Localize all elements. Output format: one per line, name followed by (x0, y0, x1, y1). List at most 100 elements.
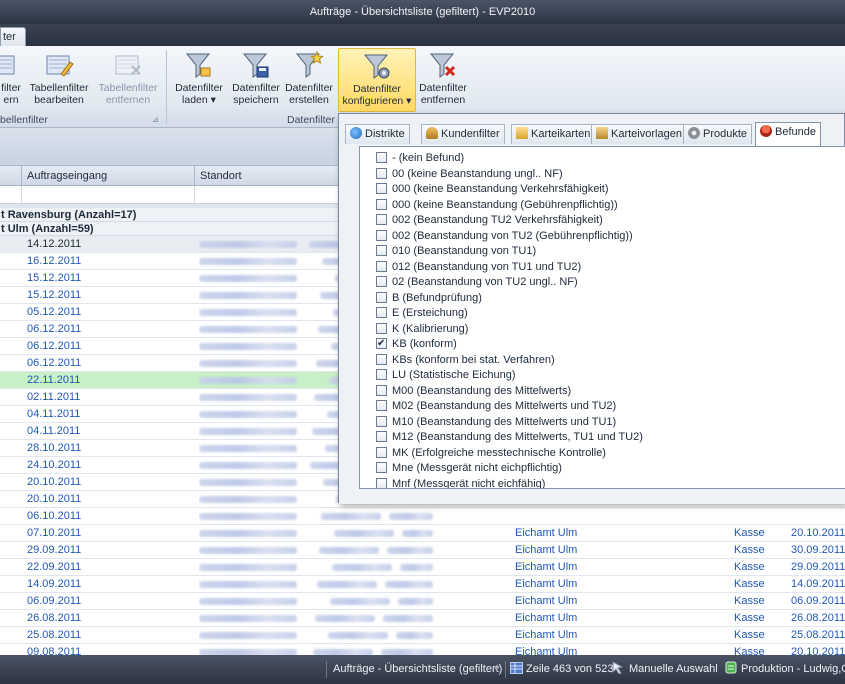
befund-checkbox-item[interactable]: - (kein Befund) (376, 150, 464, 166)
cell-auftragseingang: 06.10.2011 (27, 510, 82, 522)
datenfilter-erstellen-label1: Datenfilter (285, 82, 333, 94)
tabellenfilter-bearbeiten-button[interactable]: Tabellenfilter bearbeiten (25, 50, 93, 112)
befund-checkbox-item[interactable]: Mne (Messgerät nicht eichpflichtig) (376, 460, 562, 476)
checkbox[interactable] (376, 260, 387, 272)
checkbox[interactable] (376, 291, 387, 303)
befund-checkbox-item[interactable]: LU (Statistische Eichung) (376, 367, 516, 383)
befund-checkbox-item[interactable]: 000 (keine Beanstandung (Gebührenpflicht… (376, 197, 618, 213)
popup-tab-karteikarten[interactable]: Karteikarten (511, 124, 596, 144)
befund-label: 002 (Beanstandung TU2 Verkehrsfähigkeit) (392, 214, 603, 226)
tabellenfilter-partial-button[interactable]: filter ern (0, 50, 22, 112)
tabellenfilter-partial-label1: filter (1, 82, 21, 94)
group-launcher-icon[interactable]: ⊿ (152, 113, 159, 127)
checkbox[interactable] (376, 462, 387, 473)
table-row[interactable]: 26.08.2011 Eichamt Ulm Kasse 26.08.2011 (0, 610, 845, 627)
befund-checkbox-item[interactable]: MK (Erfolgreiche messtechnische Kontroll… (376, 445, 606, 461)
checkbox[interactable] (376, 477, 387, 488)
popup-footer (339, 489, 845, 504)
befund-label: 000 (keine Beanstandung (Gebührenpflicht… (392, 198, 618, 211)
redacted-text (199, 479, 297, 486)
befund-checkbox-item[interactable]: 02 (Beanstandung von TU2 ungl.. NF) (376, 274, 578, 290)
befund-checkbox-item[interactable]: 010 (Beanstandung von TU1) (376, 243, 536, 259)
status-view-dropdown-icon[interactable]: ▾ (494, 655, 500, 684)
befund-checkbox-item[interactable]: Mnf (Messgerät nicht eichfähig) (376, 476, 545, 488)
checkbox[interactable] (376, 384, 387, 396)
checkbox[interactable] (376, 307, 387, 318)
befund-checkbox-item[interactable]: E (Ersteichung) (376, 305, 468, 321)
tabellenfilter-entfernen-button[interactable]: Tabellenfilter entfernen (94, 50, 162, 112)
popup-tab-befunde[interactable]: Befunde (755, 122, 821, 146)
datenfilter-erstellen-button[interactable]: Datenfilter erstellen (284, 50, 334, 112)
status-user[interactable]: Produktion - Ludwig,Gü (725, 655, 845, 684)
befund-checkbox-item[interactable]: 002 (Beanstandung von TU2 (Gebührenpflic… (376, 228, 633, 244)
checkbox[interactable] (376, 446, 387, 458)
popup-tab-kundenfilter[interactable]: Kundenfilter (421, 124, 505, 144)
table-row[interactable]: 06.10.2011 (0, 508, 845, 525)
table-row[interactable]: 25.08.2011 Eichamt Ulm Kasse 25.08.2011 (0, 627, 845, 644)
checkbox[interactable] (376, 167, 387, 179)
checkbox[interactable] (376, 431, 387, 442)
table-row[interactable]: 29.09.2011 Eichamt Ulm Kasse 30.09.2011 (0, 542, 845, 559)
befund-checkbox-item[interactable]: K (Kalibrierung) (376, 321, 468, 337)
checkbox[interactable] (376, 245, 387, 256)
befund-label: 000 (keine Beanstandung Verkehrsfähigkei… (392, 183, 609, 195)
cell-standort-redacted (199, 508, 509, 525)
status-selection-mode[interactable]: Manuelle Auswahl (611, 655, 718, 684)
checkbox[interactable] (376, 229, 387, 241)
popup-tab-befunde-label: Befunde (775, 126, 816, 138)
befund-checkbox-item[interactable]: 000 (keine Beanstandung Verkehrsfähigkei… (376, 181, 608, 197)
filter-cell-auftragseingang[interactable] (22, 186, 195, 204)
table-row[interactable]: 07.10.2011 Eichamt Ulm Kasse 20.10.2011 (0, 525, 845, 542)
checkbox[interactable] (376, 369, 387, 380)
befund-checkbox-item[interactable]: M02 (Beanstandung des Mittelwerts und TU… (376, 398, 616, 414)
table-row[interactable]: 06.09.2011 Eichamt Ulm Kasse 06.09.2011 (0, 593, 845, 610)
checkbox[interactable] (376, 322, 387, 334)
cell-auftragseingang: 06.12.2011 (27, 357, 82, 369)
checkbox[interactable] (376, 152, 387, 163)
datenfilter-entfernen-button[interactable]: Datenfilter entfernen (418, 50, 468, 112)
column-header-blank[interactable] (0, 166, 22, 186)
befund-checkbox-item[interactable]: M12 (Beanstandung des Mittelwerts, TU1 u… (376, 429, 643, 445)
datenfilter-speichern-button[interactable]: Datenfilter speichern (228, 50, 284, 112)
cell-datum: 14.09.2011 (791, 578, 845, 590)
table-row[interactable]: 22.09.2011 Eichamt Ulm Kasse 29.09.2011 (0, 559, 845, 576)
cell-kind: Kasse (734, 544, 765, 556)
checkbox[interactable] (376, 400, 387, 411)
datenfilter-laden-button[interactable]: Datenfilter laden ▾ (170, 50, 228, 112)
checkbox[interactable] (376, 183, 387, 194)
checkbox[interactable] (376, 276, 387, 287)
befund-checkbox-item[interactable]: M00 (Beanstandung des Mittelwerts) (376, 383, 571, 399)
befund-checkbox-item[interactable]: KBs (konform bei stat. Verfahren) (376, 352, 555, 368)
redacted-text (334, 530, 394, 537)
befund-checkbox-item[interactable]: B (Befundprüfung) (376, 290, 482, 306)
befund-checkbox-item[interactable]: 012 (Beanstandung von TU1 und TU2) (376, 259, 581, 275)
checkbox[interactable] (376, 415, 387, 427)
filter-cell[interactable] (0, 186, 22, 204)
datenfilter-speichern-label1: Datenfilter (232, 82, 280, 94)
gear-icon (688, 127, 700, 139)
redacted-text (199, 564, 297, 571)
redacted-text (199, 547, 297, 554)
globe-icon (350, 127, 362, 139)
popup-tab-produkte[interactable]: Produkte (683, 124, 753, 144)
befund-checkbox-item[interactable]: 00 (keine Beanstandung ungl.. NF) (376, 166, 563, 182)
table-icon (510, 662, 523, 674)
datenfilter-laden-label1: Datenfilter (175, 82, 223, 94)
befund-checkbox-item[interactable]: 002 (Beanstandung TU2 Verkehrsfähigkeit) (376, 212, 603, 228)
popup-tab-karteivorlagen[interactable]: Karteivorlagen (591, 124, 687, 144)
redacted-text (199, 241, 297, 248)
befund-checkbox-item[interactable]: KB (konform) (376, 336, 457, 352)
befund-checkbox-item[interactable]: M10 (Beanstandung des Mittelwerts und TU… (376, 414, 616, 430)
datenfilter-konfigurieren-button[interactable]: Datenfilter konfigurieren ▾ (338, 48, 416, 112)
checkbox[interactable] (376, 198, 387, 210)
table-row[interactable]: 14.09.2011 Eichamt Ulm Kasse 14.09.2011 (0, 576, 845, 593)
checkbox[interactable] (376, 214, 387, 225)
column-header-auftragseingang[interactable]: Auftragseingang (22, 166, 195, 186)
ribbon-tab-filter[interactable]: ter (0, 27, 26, 46)
cell-kind: Kasse (734, 612, 765, 624)
checkbox[interactable] (376, 353, 387, 365)
status-view-name[interactable]: Aufträge - Übersichtsliste (gefiltert) (333, 655, 502, 684)
remove-table-filter-icon (115, 55, 141, 75)
checkbox[interactable] (376, 336, 387, 352)
popup-tab-distrikte[interactable]: Distrikte (345, 124, 410, 144)
